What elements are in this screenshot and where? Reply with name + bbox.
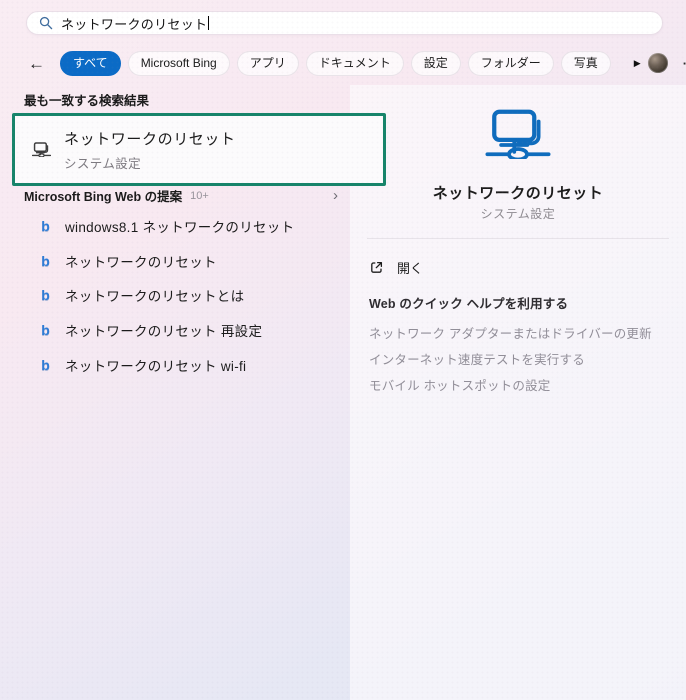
best-match-header: 最も一致する検索結果 [24, 94, 150, 108]
bing-logo-icon: b [41, 322, 50, 338]
open-action[interactable]: 開く [369, 258, 423, 277]
search-input[interactable]: ネットワークのリセット [26, 11, 663, 35]
suggestion-label: ネットワークのリセットとは [65, 289, 245, 304]
best-match-result[interactable]: ネットワークのリセット システム設定 [12, 113, 386, 186]
bing-logo-icon: b [41, 357, 50, 373]
bing-suggestions-header[interactable]: Microsoft Bing Web の提案 10+ › [24, 186, 338, 205]
suggestion-label: ネットワークのリセット wi-fi [65, 359, 247, 374]
suggestion-label: windows8.1 ネットワークのリセット [65, 220, 295, 235]
bing-section-title: Microsoft Bing Web の提案 [24, 190, 183, 204]
best-match-title: ネットワークのリセット [64, 130, 236, 148]
bing-logo-icon: b [41, 253, 50, 269]
search-query-text: ネットワークのリセット [61, 16, 208, 32]
quick-link-mobile-hotspot[interactable]: モバイル ホットスポットの設定 [369, 375, 550, 394]
chevron-right-icon[interactable]: › [333, 188, 338, 203]
text-caret [208, 16, 210, 30]
bing-suggestion-row[interactable]: b ネットワークのリセット wi-fi [40, 355, 246, 375]
preview-panel: ネットワークのリセット システム設定 開く Web のクイック ヘルプを利用する… [350, 85, 686, 700]
network-reset-icon-large [485, 109, 551, 159]
bing-suggestion-row[interactable]: b ネットワークのリセット [40, 251, 217, 271]
open-label: 開く [397, 261, 424, 276]
more-filters-icon[interactable]: ▶ [634, 58, 641, 68]
back-arrow-icon[interactable]: ← [28, 55, 45, 72]
network-reset-icon-small [32, 142, 51, 157]
search-icon [39, 16, 53, 30]
tab-photos[interactable]: 写真 [560, 50, 611, 76]
windows-search-panel: ネットワークのリセット ← すべて Microsoft Bing アプリ ドキュ… [0, 0, 686, 700]
bing-logo-icon: b [41, 287, 50, 303]
preview-subtitle: システム設定 [480, 207, 556, 221]
tab-documents[interactable]: ドキュメント [305, 50, 404, 76]
tab-all[interactable]: すべて [60, 50, 121, 76]
best-match-subtitle: システム設定 [64, 156, 142, 171]
bing-suggestion-row[interactable]: b ネットワークのリセットとは [40, 285, 244, 305]
tab-settings[interactable]: 設定 [410, 50, 461, 76]
filter-bar: ← すべて Microsoft Bing アプリ ドキュメント 設定 フォルダー… [0, 49, 686, 77]
divider [367, 238, 669, 239]
tab-folders[interactable]: フォルダー [467, 50, 554, 76]
suggestion-label: ネットワークのリセット [65, 255, 217, 270]
preview-title: ネットワークのリセット [432, 185, 604, 202]
user-avatar[interactable] [647, 53, 668, 73]
tab-microsoft-bing[interactable]: Microsoft Bing [127, 50, 230, 76]
quick-link-update-adapter[interactable]: ネットワーク アダプターまたはドライバーの更新 [369, 323, 652, 342]
bing-section-count-badge: 10+ [190, 189, 209, 202]
bing-suggestion-row[interactable]: b windows8.1 ネットワークのリセット [40, 216, 294, 236]
bing-suggestion-row[interactable]: b ネットワークのリセット 再設定 [40, 320, 262, 340]
tab-apps[interactable]: アプリ [236, 50, 299, 76]
bing-logo-icon: b [41, 218, 50, 234]
suggestion-label: ネットワークのリセット 再設定 [65, 324, 263, 339]
quick-link-speed-test[interactable]: インターネット速度テストを実行する [369, 349, 585, 368]
quick-link-web-help[interactable]: Web のクイック ヘルプを利用する [369, 293, 568, 312]
open-external-icon [371, 261, 383, 273]
